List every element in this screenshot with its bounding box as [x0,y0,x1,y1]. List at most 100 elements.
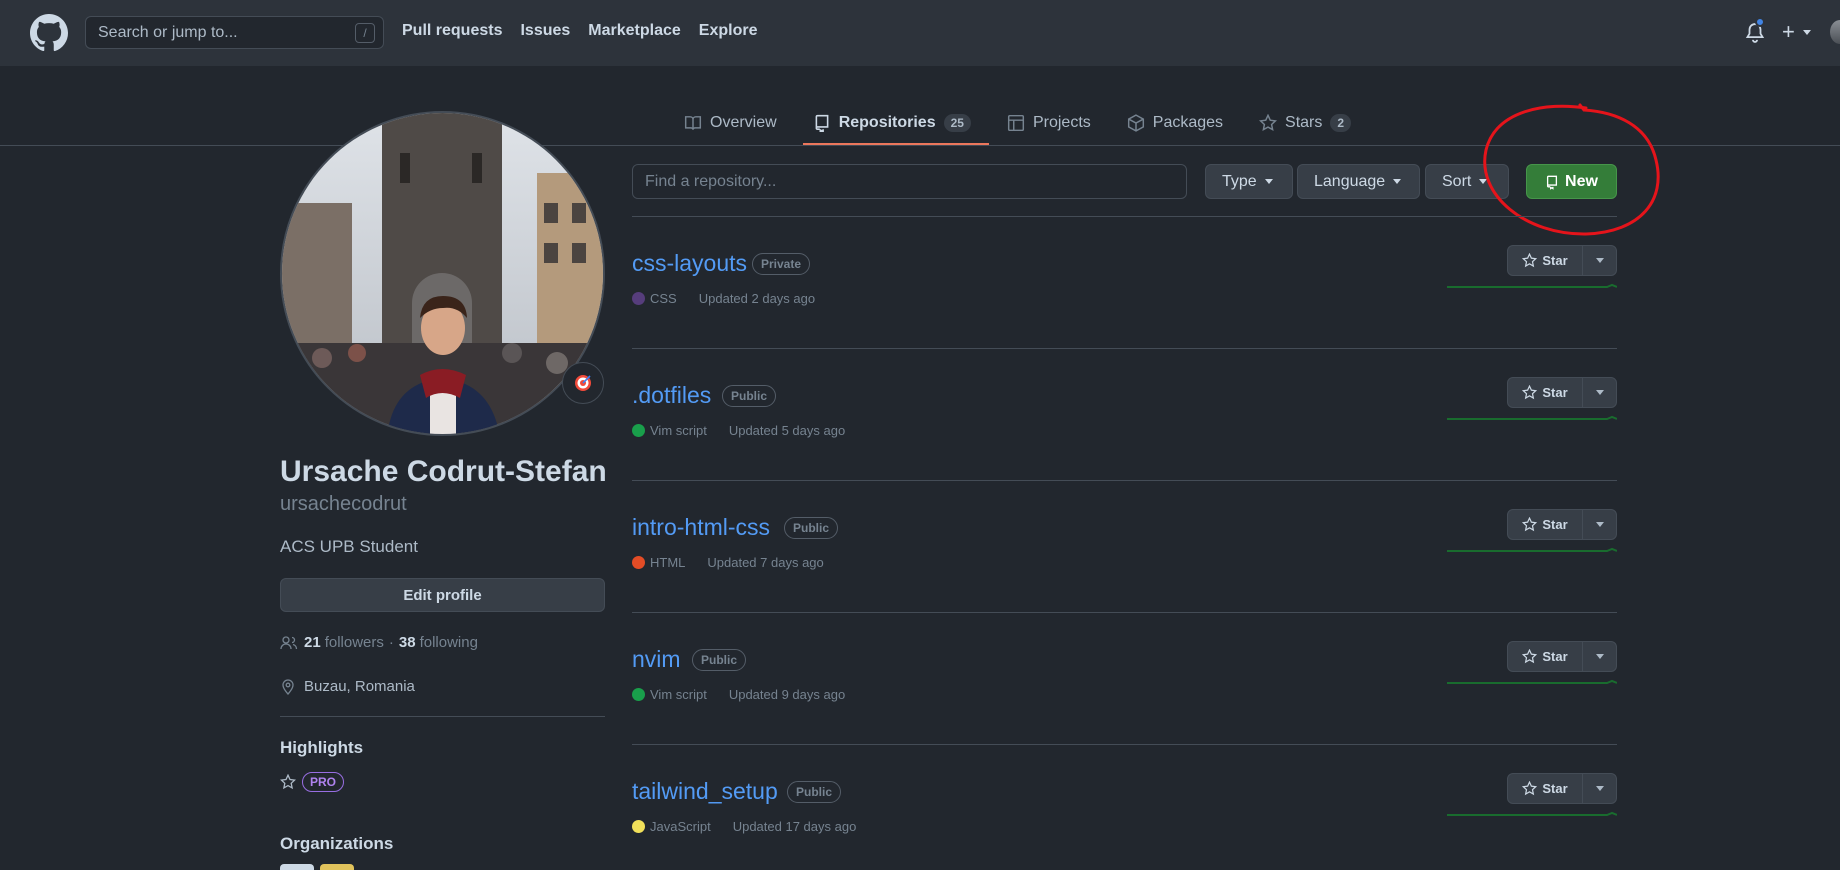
tab-overview[interactable]: Overview [666,100,795,145]
plus-icon[interactable]: + [1782,21,1795,43]
tab-repositories[interactable]: Repositories 25 [795,100,990,145]
search-placeholder: Search or jump to... [98,23,238,41]
repo-name-link[interactable]: css-layouts [632,250,747,277]
star-button[interactable]: Star [1508,378,1583,407]
chevron-down-icon [1264,179,1273,184]
star-lists-dropdown[interactable] [1583,642,1616,671]
repo-name-link[interactable]: tailwind_setup [632,778,778,805]
nav-issues[interactable]: Issues [520,22,570,40]
status-target-icon[interactable] [562,362,604,404]
star-icon [1522,517,1538,532]
star-button[interactable]: Star [1508,642,1583,671]
repo-name-link[interactable]: .dotfiles [632,382,711,409]
repo-name-link[interactable]: intro-html-css [632,514,770,541]
global-nav: Pull requests Issues Marketplace Explore [402,22,775,40]
pro-badge[interactable]: PRO [302,772,345,792]
tab-label: Repositories [838,113,936,131]
chevron-down-icon [1595,258,1604,263]
repo-list-item: tailwind_setup Public JavaScript Updated… [632,745,1617,870]
star-icon [1522,385,1538,400]
github-logo-icon[interactable] [30,14,68,52]
repo-meta: CSS Updated 2 days ago [632,291,815,306]
repo-meta: HTML Updated 7 days ago [632,555,824,570]
find-repository-input[interactable] [632,164,1187,199]
tab-projects[interactable]: Projects [989,100,1109,145]
language-color-dot [632,292,645,305]
activity-sparkline [1447,679,1617,684]
chevron-down-icon [1393,179,1402,184]
new-repository-button[interactable]: New [1526,164,1617,199]
notification-dot [1755,17,1765,27]
people-icon [280,635,298,649]
user-avatar-menu[interactable] [1830,20,1840,44]
language-color-dot [632,688,645,701]
stars-count: 2 [1330,113,1352,132]
star-lists-dropdown[interactable] [1583,510,1616,539]
star-icon [1522,253,1538,268]
following-link[interactable]: 38 following [399,634,478,651]
search-shortcut-key: / [355,23,375,43]
follow-stats: 21 followers · 38 following [280,634,478,651]
star-icon [1259,113,1278,131]
star-lists-dropdown[interactable] [1583,378,1616,407]
chevron-down-icon [1479,179,1488,184]
tab-stars[interactable]: Stars 2 [1241,100,1369,145]
star-button[interactable]: Star [1508,246,1583,275]
sort-filter-button[interactable]: Sort [1425,164,1509,199]
visibility-badge: Public [722,385,777,407]
nav-marketplace[interactable]: Marketplace [588,22,681,40]
repo-icon [1547,175,1558,190]
star-button[interactable]: Star [1508,774,1583,803]
tabbar-divider [0,145,1840,146]
avatar-photo [282,113,603,434]
language-color-dot [632,556,645,569]
type-filter-button[interactable]: Type [1205,164,1293,199]
star-lists-dropdown[interactable] [1583,246,1616,275]
star-button-group: Star [1507,509,1617,540]
profile-tabs: Overview Repositories 25 Projects Packag… [666,100,1369,145]
organization-avatar[interactable] [280,864,314,870]
star-button-group: Star [1507,641,1617,672]
tab-label: Overview [710,113,777,131]
star-button-group: Star [1507,773,1617,804]
project-icon [1007,114,1025,131]
chevron-down-icon[interactable] [1803,30,1811,35]
repositories-count: 25 [943,113,971,132]
activity-sparkline [1447,415,1617,420]
star-button-group: Star [1507,245,1617,276]
repo-updated: Updated 7 days ago [707,555,824,570]
organizations-title: Organizations [280,834,394,853]
highlights-title: Highlights [280,738,364,757]
repo-updated: Updated 17 days ago [732,819,857,834]
sidebar-divider [280,716,605,717]
activity-sparkline [1447,547,1617,552]
language-filter-button[interactable]: Language [1297,164,1420,199]
repo-updated: Updated 9 days ago [728,687,846,702]
profile-avatar[interactable] [280,111,605,436]
language-color-dot [632,820,645,833]
nav-explore[interactable]: Explore [699,22,758,40]
organization-avatar[interactable] [320,864,354,870]
chevron-down-icon [1595,654,1604,659]
edit-profile-button[interactable]: Edit profile [280,578,605,612]
repo-list-item: css-layouts Private CSS Updated 2 days a… [632,217,1617,349]
activity-sparkline [1447,283,1617,288]
repo-name-link[interactable]: nvim [632,646,681,673]
star-lists-dropdown[interactable] [1583,774,1616,803]
tab-label: Projects [1032,113,1091,131]
visibility-badge: Private [752,253,811,275]
profile-location: Buzau, Romania [280,678,415,695]
tab-packages[interactable]: Packages [1109,100,1241,145]
repo-language: CSS [650,291,677,306]
repo-language: HTML [650,555,686,570]
followers-link[interactable]: 21 followers [304,634,384,651]
global-header: Search or jump to... / Pull requests Iss… [0,0,1840,66]
chevron-down-icon [1595,786,1604,791]
visibility-badge: Public [787,781,842,803]
language-color-dot [632,424,645,437]
global-search-input[interactable]: Search or jump to... / [85,16,384,49]
profile-full-name: Ursache Codrut-Stefan [280,455,607,488]
nav-pull-requests[interactable]: Pull requests [402,22,502,40]
star-button[interactable]: Star [1508,510,1583,539]
star-icon [1522,781,1538,796]
